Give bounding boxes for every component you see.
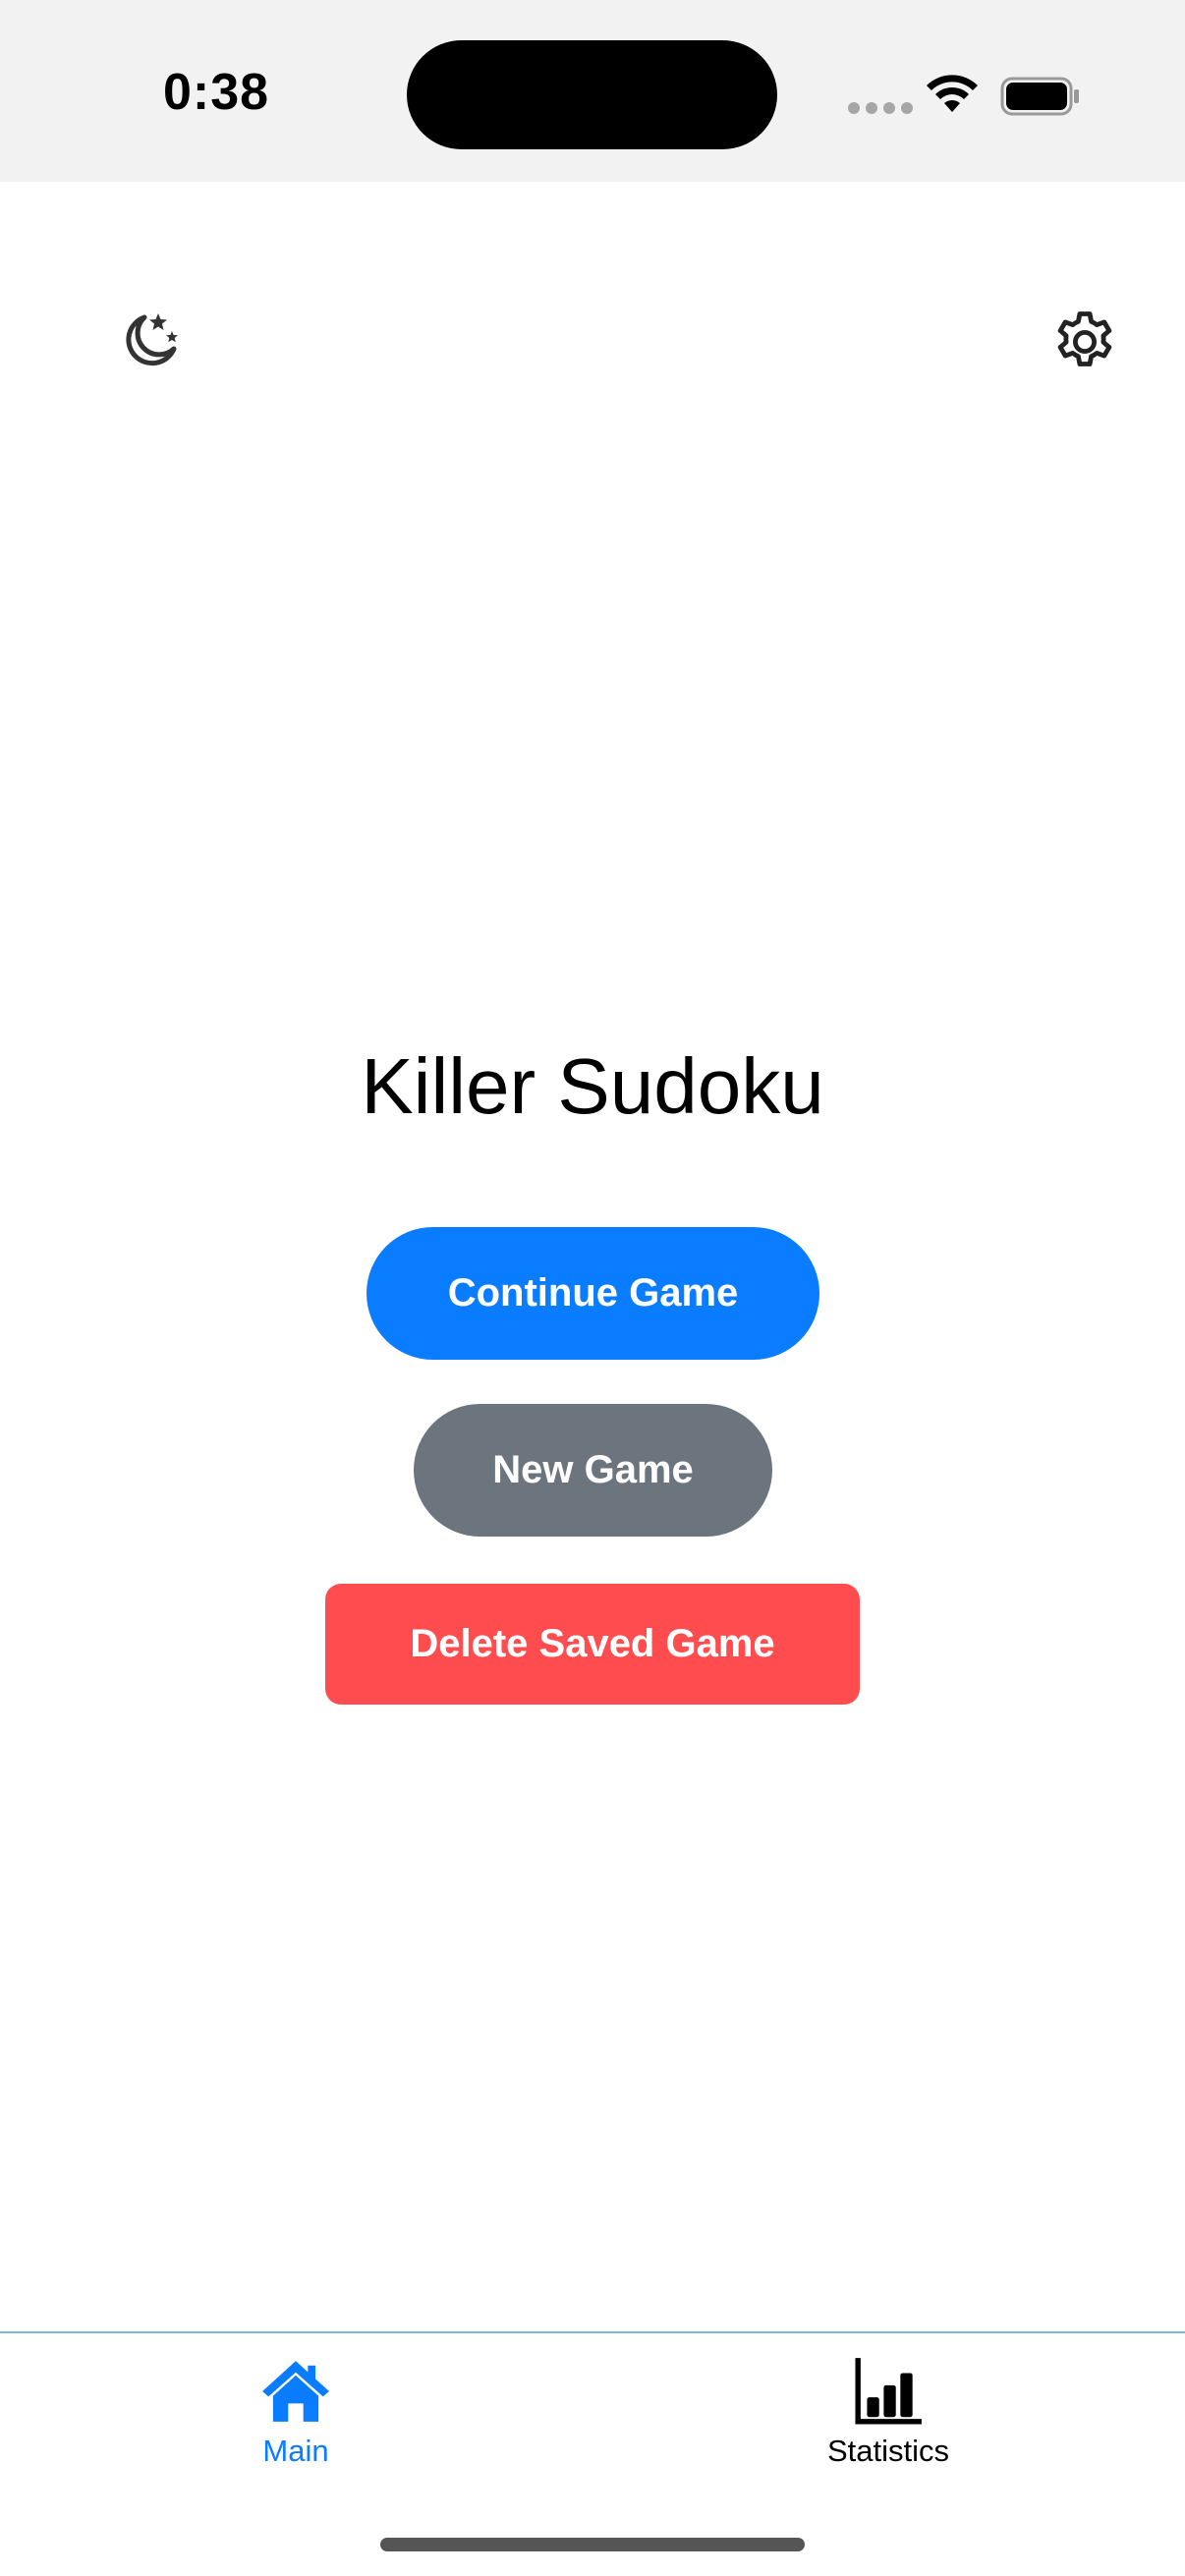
continue-game-button[interactable]: Continue Game: [367, 1227, 819, 1360]
tab-main[interactable]: Main: [198, 2355, 394, 2483]
battery-icon: [1000, 77, 1079, 116]
house-icon: [262, 2361, 329, 2422]
tab-statistics-label: Statistics: [826, 2434, 950, 2468]
tab-main-label: Main: [262, 2434, 329, 2468]
settings-button[interactable]: [1047, 305, 1122, 379]
night-mode-button[interactable]: [116, 307, 185, 375]
tab-statistics[interactable]: Statistics: [790, 2355, 987, 2483]
app-title: Killer Sudoku: [361, 1042, 824, 1130]
bar-chart-icon: [855, 2358, 922, 2425]
home-indicator[interactable]: [380, 2538, 805, 2551]
status-bar: 0:38: [0, 0, 1185, 182]
dynamic-island: [407, 40, 777, 149]
wifi-icon: [927, 75, 978, 112]
cellular-signal-icon: [848, 102, 913, 114]
new-game-button[interactable]: New Game: [414, 1404, 772, 1537]
moon-stars-icon: [126, 313, 178, 366]
main-screen: 0:38 Killer Sudoku Continue Game New Gam…: [0, 0, 1185, 2576]
delete-saved-game-button[interactable]: Delete Saved Game: [325, 1584, 860, 1705]
gear-icon: [1057, 311, 1112, 366]
status-time: 0:38: [163, 64, 270, 121]
